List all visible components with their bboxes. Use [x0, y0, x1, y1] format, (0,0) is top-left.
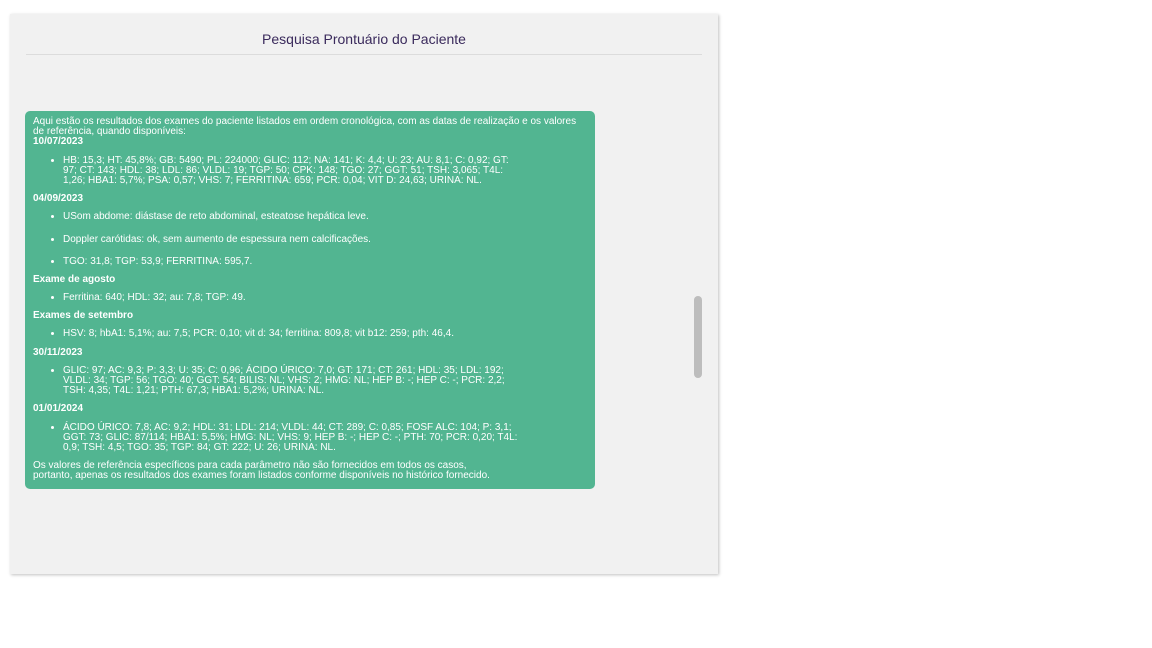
message-outro: Os valores de referência específicos par… — [33, 460, 490, 482]
list-item: USom abdome: diástase de reto abdominal,… — [63, 212, 523, 222]
exam-list: ÁCIDO ÚRICO: 7,8; AC: 9,2; HDL: 31; LDL:… — [33, 422, 523, 454]
exam-list: HSV: 8; hbA1: 5,1%; au: 7,5; PCR: 0,10; … — [33, 329, 523, 339]
section-heading: Exames de setembro — [33, 310, 134, 322]
list-item: TGO: 31,8; TGP: 53,9; FERRITINA: 595,7. — [63, 256, 523, 267]
section-heading: Exame de agosto — [33, 273, 116, 285]
assistant-message: Aqui estão os resultados dos exames do p… — [25, 111, 595, 489]
list-item: GLIC: 97; AC: 9,3; P: 3,3; U: 35; C: 0,9… — [63, 365, 523, 397]
section-heading: 10/07/2023 — [33, 136, 84, 148]
patient-record-panel: Pesquisa Prontuário do Paciente Aqui est… — [10, 14, 718, 574]
scrollbar-thumb[interactable] — [694, 296, 702, 378]
list-item: ÁCIDO ÚRICO: 7,8; AC: 9,2; HDL: 31; LDL:… — [63, 422, 523, 454]
exam-list: Ferritina: 640; HDL: 32; au: 7,8; TGP: 4… — [33, 292, 523, 303]
message-intro: Aqui estão os resultados dos exames do p… — [33, 116, 577, 138]
list-item: Ferritina: 640; HDL: 32; au: 7,8; TGP: 4… — [63, 292, 523, 303]
exam-list: HB: 15,3; HT: 45,8%; GB: 5490; PL: 22400… — [33, 155, 523, 187]
list-item: Doppler carótidas: ok, sem aumento de es… — [63, 234, 523, 245]
exam-list: GLIC: 97; AC: 9,3; P: 3,3; U: 35; C: 0,9… — [33, 365, 523, 397]
section-heading: 30/11/2023 — [33, 346, 83, 358]
panel-header: Pesquisa Prontuário do Paciente — [26, 14, 702, 55]
list-item: HB: 15,3; HT: 45,8%; GB: 5490; PL: 22400… — [63, 155, 523, 187]
section-heading: 04/09/2023 — [33, 193, 84, 205]
list-item: HSV: 8; hbA1: 5,1%; au: 7,5; PCR: 0,10; … — [63, 329, 523, 339]
exam-list: USom abdome: diástase de reto abdominal,… — [33, 212, 523, 267]
section-heading: 01/01/2024 — [33, 403, 84, 415]
page-title: Pesquisa Prontuário do Paciente — [262, 31, 466, 47]
